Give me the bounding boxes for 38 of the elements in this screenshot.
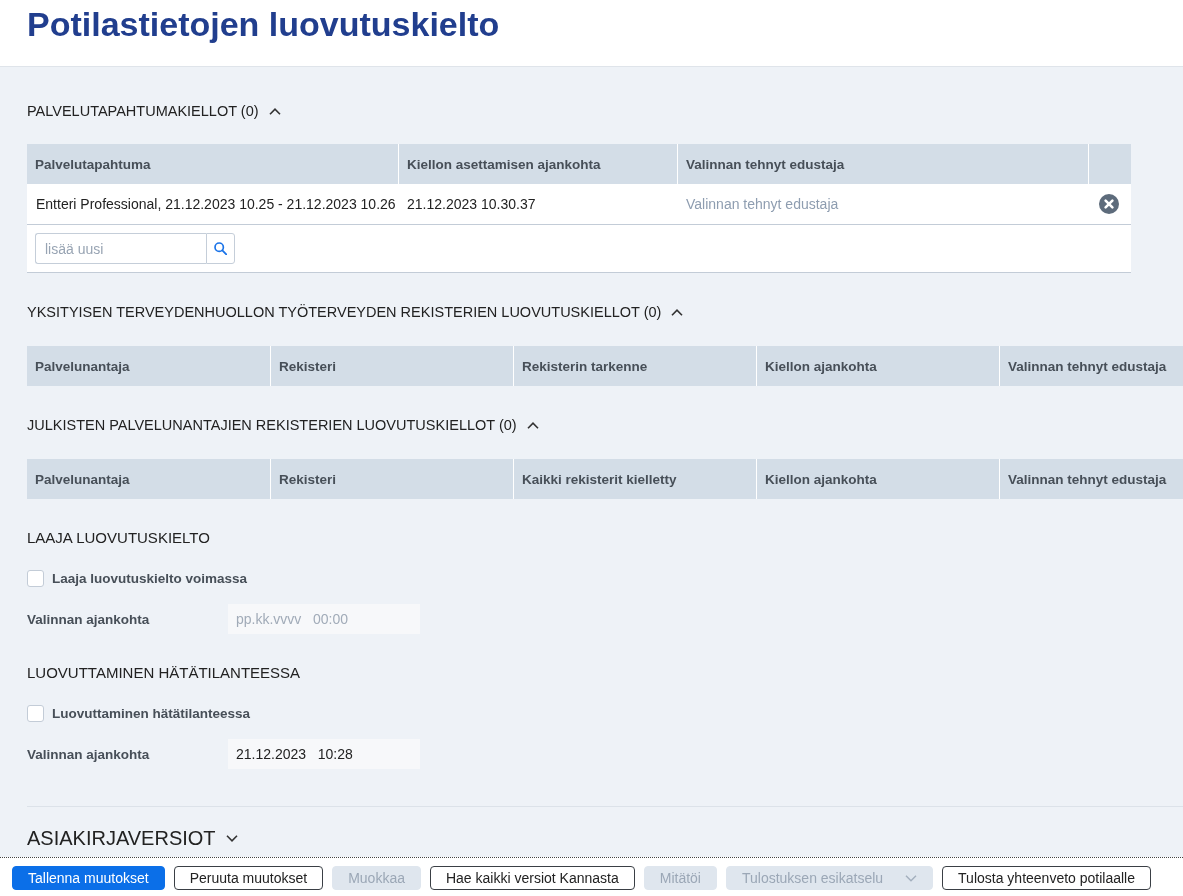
page-title: Potilastietojen luovutuskielto [26, 4, 500, 44]
section-toggle[interactable]: YKSITYISEN TERVEYDENHUOLLON TYÖTERVEYDEN REKISTERIEN LUOVUTUSKIELLOT (0) [27, 300, 684, 324]
checkbox[interactable] [27, 569, 44, 587]
column-header: Palvelunantaja [34, 470, 131, 489]
section-heading: LUOVUTTAMINEN HÄTÄTILANTEESSA [27, 663, 301, 683]
toolbar-button[interactable]: Hae kaikki versiot Kannasta [429, 866, 635, 890]
add-field[interactable]: lisää uusi [35, 233, 206, 264]
checkbox-label: Laaja luovutuskielto voimassa [52, 570, 248, 586]
chevron-down-icon [905, 874, 918, 882]
column-header: Kiellon ajankohta [756, 459, 999, 499]
representative-field[interactable]: Valinnan tehnyt edustaja [686, 196, 856, 212]
section-heading: LAAJA LUOVUTUSKIELTO [27, 528, 210, 548]
search-icon [214, 242, 227, 255]
toolbar-button[interactable]: Tallenna muutokset [12, 866, 165, 890]
date-time-field[interactable]: pp.kk.vvvv 00:00 [228, 604, 420, 634]
column-header: Kaikki rekisterit kielletty [513, 459, 756, 499]
field-label: Valinnan ajankohta [27, 746, 151, 762]
column-header: Kiellon ajankohta [756, 346, 999, 386]
column-header: Palvelunantaja [34, 357, 131, 376]
column-header: Palvelutapahtuma [34, 155, 152, 174]
section-toggle[interactable]: PALVELUTAPAHTUMAKIELLOT (0) [27, 99, 281, 123]
table-cell: 21.12.2023 10.30.37 [407, 196, 536, 212]
toolbar-button[interactable]: Tulosta yhteenveto potilaalle [942, 866, 1151, 890]
toolbar-button[interactable]: Peruuta muutokset [173, 866, 324, 890]
date-time-field[interactable]: 21.12.2023 10:28 [228, 739, 420, 769]
column-header: Rekisteri [270, 459, 513, 499]
table-cell: Entteri Professional, 21.12.2023 10.25 - 21.12.2023 10.26 [36, 196, 396, 212]
field-label: Valinnan ajankohta [27, 611, 151, 627]
section-toggle[interactable]: JULKISTEN PALVELUNANTAJIEN REKISTERIEN LUOVUTUSKIELLOT (0) [27, 413, 539, 437]
column-header: Valinnan tehnyt edustaja [999, 346, 1183, 386]
search-button[interactable] [206, 233, 235, 264]
checkbox[interactable] [27, 704, 44, 722]
column-header: Rekisterin tarkenne [513, 346, 756, 386]
section-toggle[interactable]: ASIAKIRJAVERSIOT [27, 827, 238, 849]
column-header: Valinnan tehnyt edustaja [999, 459, 1183, 499]
remove-icon[interactable] [1099, 194, 1119, 214]
checkbox-label: Luovuttaminen hätätilanteessa [52, 705, 251, 721]
column-header: Rekisteri [270, 346, 513, 386]
